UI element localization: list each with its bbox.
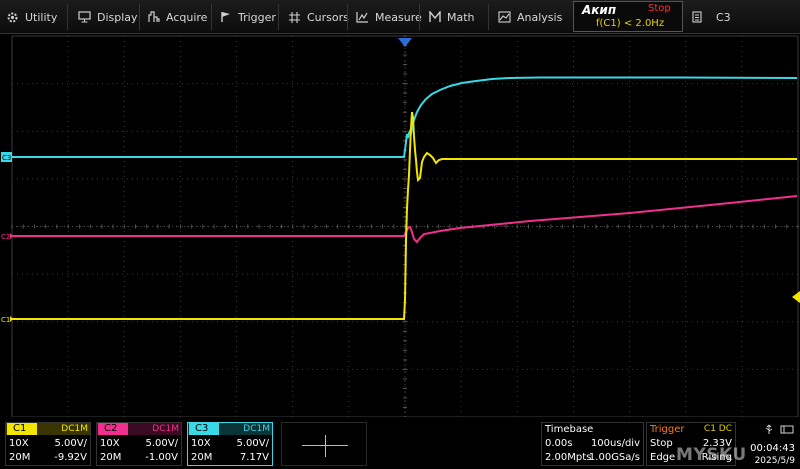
menu-math[interactable]: Math (429, 6, 475, 28)
menu-display[interactable]: Display (78, 6, 138, 28)
trigger-frequency: f(C1) < 2.0Hz (596, 18, 665, 29)
monitor-icon (78, 11, 91, 23)
probe: 10X (100, 438, 120, 449)
measure-icon (356, 12, 368, 23)
coupling: DC1M (152, 424, 179, 434)
probe: 10X (9, 438, 29, 449)
offset: -9.92V (54, 452, 87, 463)
vertical-scale: 5.00V/ (236, 438, 269, 449)
vertical-scale: 5.00V/ (145, 438, 178, 449)
bandwidth: 20M (100, 452, 122, 463)
menu-trigger[interactable]: Trigger (220, 6, 276, 28)
graticule (11, 35, 799, 417)
menu-divider (278, 4, 279, 30)
channel-c2-panel[interactable]: C2 DC1M 10X 5.00V/ 20M -1.00V (96, 422, 182, 466)
clock-time: 00:04:43 (750, 443, 795, 454)
usb-icon (765, 424, 794, 434)
timebase-delay: 0.00s (545, 438, 573, 449)
svg-text:C1: C1 (1, 316, 10, 324)
timebase-panel[interactable]: Timebase 0.00s 100us/div 2.00Mpts 1.00GS… (541, 422, 644, 466)
channel-tag: C1 (7, 423, 37, 435)
trigger-type: Edge (650, 452, 676, 463)
status-panel: Акип Stop f(C1) < 2.0Hz (573, 1, 683, 32)
c1-marker[interactable]: C1 (1, 316, 13, 324)
waveform-display[interactable]: C3 C2 C1 (0, 0, 800, 417)
trigger-source: C1 DC (703, 424, 732, 434)
menu-utility[interactable]: Utility (6, 6, 57, 28)
timebase-scale: 100us/div (590, 438, 640, 449)
c3-marker[interactable]: C3 (1, 152, 12, 162)
brand-logo: Акип (582, 3, 617, 17)
channel-c3-panel[interactable]: C3 DC1M 10X 5.00V/ 20M 7.17V (187, 422, 273, 466)
channel-tag: C3 (189, 423, 219, 435)
menu-acquire[interactable]: Acquire (148, 6, 207, 28)
c3-waveform (12, 76, 798, 158)
coupling: DC1M (61, 424, 88, 434)
menu-cursors[interactable]: Cursors (288, 6, 349, 28)
coupling: DC1M (243, 424, 270, 434)
list-icon (692, 11, 702, 23)
menu-analysis[interactable]: Analysis (498, 6, 562, 28)
svg-text:C2: C2 (1, 233, 10, 241)
channel-selector[interactable]: C3 (692, 6, 731, 28)
bandwidth: 20M (191, 452, 213, 463)
trigger-label: Trigger (650, 424, 685, 435)
trigger-level-marker[interactable] (792, 291, 800, 303)
offset: 7.17V (239, 452, 269, 463)
watermark: MYSKU (676, 445, 747, 465)
menu-measure[interactable]: Measure (356, 6, 422, 28)
cursors-icon (289, 11, 300, 23)
run-state[interactable]: Stop (648, 3, 671, 14)
c2-waveform (12, 195, 798, 244)
clock-date: 2025/5/9 (754, 456, 795, 466)
flag-icon (221, 12, 230, 22)
menu-divider (419, 4, 420, 30)
c1-waveform (12, 111, 797, 320)
menu-bar: Utility Display Acquire Trigger Cursors … (0, 0, 800, 34)
channel-c1-panel[interactable]: C1 DC1M 10X 5.00V/ 20M -9.92V (5, 422, 91, 466)
navigator-crosshair (325, 435, 326, 457)
offset: -1.00V (145, 452, 178, 463)
gear-icon (7, 12, 18, 22)
clock-panel: 00:04:43 2025/5/9 (738, 422, 798, 466)
menu-divider (211, 4, 212, 30)
probe: 10X (191, 438, 211, 449)
memory-depth: 2.00Mpts (545, 452, 592, 463)
c2-marker[interactable]: C2 (1, 233, 13, 241)
analysis-icon (498, 11, 511, 23)
menu-divider (67, 4, 68, 30)
position-navigator[interactable] (281, 422, 367, 466)
svg-text:C3: C3 (2, 154, 11, 162)
timebase-label: Timebase (545, 424, 594, 435)
acquire-icon (148, 11, 160, 22)
channel-tag: C2 (98, 423, 128, 435)
math-icon (429, 11, 441, 22)
menu-divider (139, 4, 140, 30)
menu-divider (347, 4, 348, 30)
bandwidth: 20M (9, 452, 31, 463)
sample-rate: 1.00GSa/s (588, 452, 640, 463)
trigger-position-marker[interactable] (398, 38, 412, 47)
menu-divider (488, 4, 489, 30)
vertical-scale: 5.00V/ (54, 438, 87, 449)
trigger-state: Stop (650, 438, 673, 449)
